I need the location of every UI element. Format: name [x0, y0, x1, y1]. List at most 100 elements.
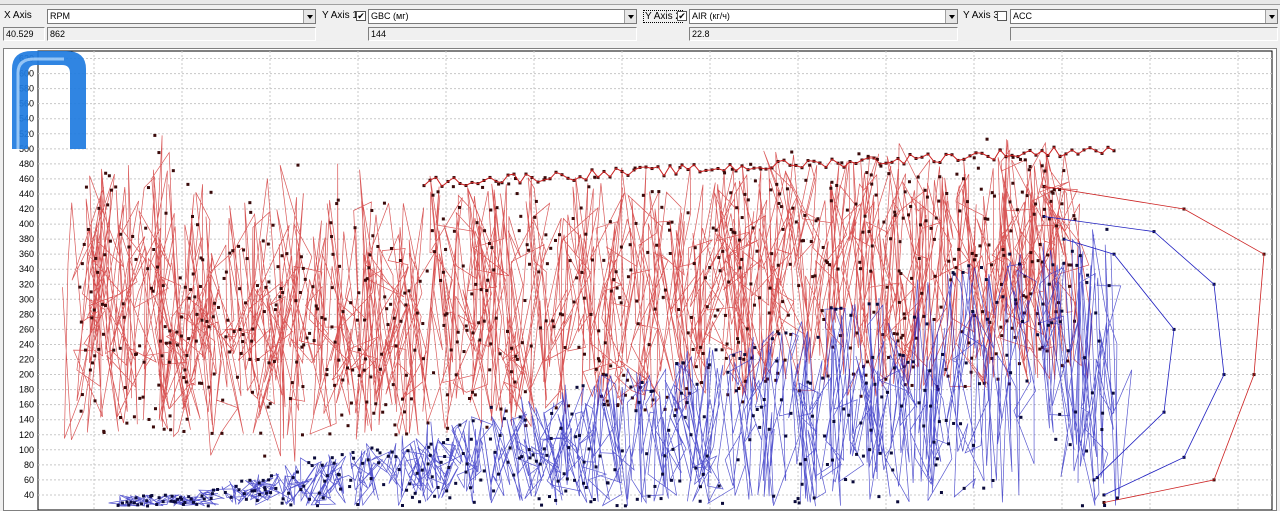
- series-gbc-point: [923, 188, 927, 192]
- series-air-point: [356, 503, 360, 507]
- series-gbc-point: [803, 213, 807, 217]
- series-air-point: [458, 423, 462, 427]
- series-gbc-point: [439, 278, 443, 282]
- series-air-point: [861, 454, 865, 458]
- series-gbc-point: [477, 321, 481, 325]
- series-air-point: [698, 499, 702, 503]
- series-gbc-point: [266, 405, 270, 409]
- series-gbc-point: [781, 227, 785, 231]
- y-axis-3-select[interactable]: ACC: [1010, 9, 1278, 24]
- series-gbc-point: [870, 244, 874, 248]
- series-gbc-point: [718, 269, 722, 273]
- series-air-point: [892, 366, 896, 370]
- series-gbc-point: [341, 378, 345, 382]
- series-air-point: [562, 472, 566, 476]
- series-air-point: [415, 471, 419, 475]
- chart-area[interactable]: 40 60 80 100 120 140 160 180 200 220 240 260 280 300 3…: [3, 48, 1277, 511]
- series-gbc-point: [425, 269, 429, 273]
- series-gbc-point: [444, 247, 448, 251]
- series-air-point: [1019, 415, 1023, 419]
- series-air-point: [397, 468, 401, 472]
- series-gbc-point: [708, 265, 712, 269]
- series-air-point: [253, 489, 257, 493]
- series-gbc-point: [355, 318, 359, 322]
- series-gbc-point: [887, 355, 891, 359]
- y-axis-2-select[interactable]: AIR (кг/ч): [689, 9, 958, 24]
- y-axis-2-checkbox[interactable]: ✔: [677, 11, 687, 21]
- series-gbc-point: [646, 250, 650, 254]
- tab-strip[interactable]: [0, 0, 1280, 5]
- series-gbc-point: [897, 300, 901, 304]
- series-air-point: [349, 478, 353, 482]
- series-gbc-point: [872, 310, 876, 314]
- series-gbc-point: [514, 354, 518, 358]
- series-air-point: [800, 482, 804, 486]
- series-air-point: [772, 494, 776, 498]
- x-axis-select[interactable]: RPM: [47, 9, 316, 24]
- series-air-point: [721, 501, 725, 505]
- series-air-point: [869, 428, 873, 432]
- series-air-point: [307, 461, 311, 465]
- series-air-point: [784, 434, 788, 438]
- series-air-point: [427, 445, 431, 449]
- chevron-down-icon[interactable]: [624, 10, 636, 23]
- series-gbc-point: [370, 208, 374, 212]
- y-tick-label: 380: [19, 234, 34, 244]
- series-gbc-point: [816, 217, 820, 221]
- series-gbc-point: [454, 373, 458, 377]
- series-gbc-point: [274, 303, 278, 307]
- series-gbc-point: [963, 384, 967, 388]
- series-air-point: [556, 479, 560, 483]
- series-gbc-point: [1034, 202, 1038, 206]
- chevron-down-icon[interactable]: [1265, 10, 1277, 23]
- series-air-point: [675, 361, 679, 365]
- series-air-point: [317, 491, 321, 495]
- series-air-point: [492, 489, 496, 493]
- series-gbc-point: [916, 175, 920, 179]
- series-gbc-point: [295, 360, 299, 364]
- series-gbc-point: [990, 263, 994, 267]
- series-air-point: [1001, 295, 1005, 299]
- series-gbc-point: [552, 325, 556, 329]
- series-gbc-point: [885, 285, 889, 289]
- series-gbc-point: [242, 248, 246, 252]
- series-gbc-point: [264, 285, 268, 289]
- series-air-point: [855, 452, 859, 456]
- series-gbc-point: [612, 278, 616, 282]
- series-gbc-point: [394, 433, 398, 437]
- series-air-point: [922, 424, 926, 428]
- series-gbc-point: [902, 312, 906, 316]
- series-gbc-point: [1032, 212, 1036, 216]
- series-gbc-point: [266, 242, 270, 246]
- series-air-point: [1074, 410, 1078, 414]
- series-gbc-point: [1072, 214, 1076, 218]
- y-axis-3-checkbox[interactable]: [997, 11, 1007, 21]
- series-air-point: [173, 500, 177, 504]
- series-gbc-point: [112, 348, 116, 352]
- series-gbc-point: [478, 338, 482, 342]
- series-gbc-point: [205, 319, 209, 323]
- series-air-point: [1025, 379, 1029, 383]
- series-air-point: [1046, 323, 1050, 327]
- series-gbc-point: [858, 260, 862, 264]
- plot-svg[interactable]: 40 60 80 100 120 140 160 180 200 220 240 260 280 300 3…: [4, 49, 1276, 510]
- series-air-point: [547, 495, 551, 499]
- series-gbc-point: [400, 397, 404, 401]
- series-gbc-point: [497, 182, 501, 186]
- series-gbc-point: [490, 246, 494, 250]
- series-gbc-point: [127, 245, 131, 249]
- y-axis-1-checkbox[interactable]: ✔: [356, 11, 366, 21]
- series-air-point: [1103, 504, 1107, 508]
- chevron-down-icon[interactable]: [945, 10, 957, 23]
- series-gbc-point: [380, 352, 384, 356]
- series-gbc-point: [479, 288, 483, 292]
- chevron-down-icon[interactable]: [303, 10, 315, 23]
- series-gbc-point: [151, 289, 155, 293]
- series-air-point: [705, 454, 709, 458]
- y-axis-1-select[interactable]: GBC (мг): [368, 9, 637, 24]
- series-gbc-point: [829, 186, 833, 190]
- series-gbc-point: [178, 276, 182, 280]
- series-air-point: [244, 497, 248, 501]
- series-gbc-point: [870, 182, 874, 186]
- series-gbc-point: [103, 253, 107, 257]
